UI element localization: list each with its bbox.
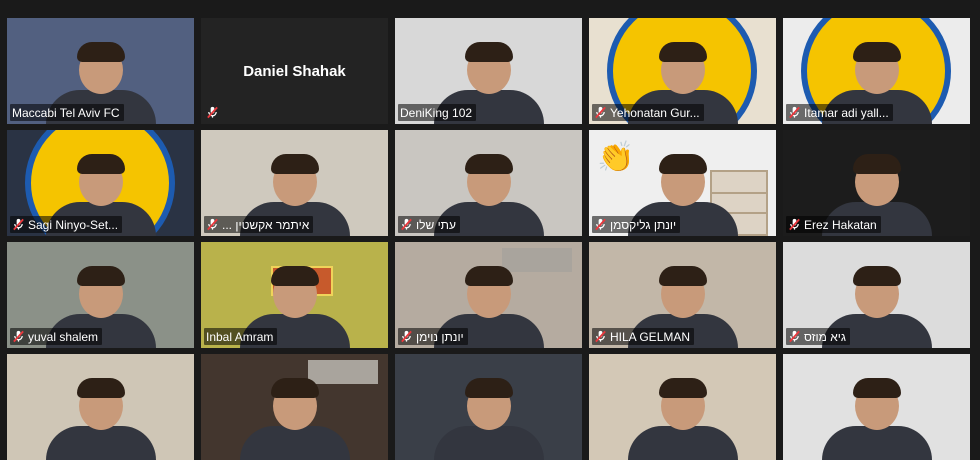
participant-name-label: DeniKing 102 [398, 104, 477, 121]
participant-tile[interactable] [783, 354, 970, 460]
participant-tile[interactable]: עתי שלו [395, 130, 582, 236]
mic-muted-icon [207, 218, 218, 231]
participant-name-text: Inbal Amram [206, 329, 274, 344]
mic-muted-icon [595, 218, 606, 231]
participant-tile[interactable]: גיא מוזס [783, 242, 970, 348]
participant-name-text: עתי שלו [416, 217, 456, 232]
background-decor [308, 360, 378, 384]
mic-muted-icon [207, 106, 218, 119]
participant-silhouette [45, 378, 156, 460]
participant-tile[interactable]: Inbal Amram [201, 242, 388, 348]
participant-name-label: Itamar adi yall... [786, 104, 893, 121]
participant-tile[interactable]: yuval shalem [7, 242, 194, 348]
participant-silhouette [627, 378, 738, 460]
mic-muted-icon [401, 330, 412, 343]
participant-tile[interactable]: Daniel Shahak [201, 18, 388, 124]
participant-name-label: גיא מוזס [786, 328, 850, 345]
participant-name-label: HILA GELMAN [592, 328, 695, 345]
participant-tile[interactable]: Sagi Ninyo-Set... [7, 130, 194, 236]
participant-tile[interactable]: DeniKing 102 [395, 18, 582, 124]
participant-name-text: DeniKing 102 [400, 105, 473, 120]
participant-tile[interactable]: HILA GELMAN [589, 242, 776, 348]
participant-name-label [204, 104, 226, 121]
participant-tile[interactable]: Yehonatan Gur... [589, 18, 776, 124]
participant-name-text: Itamar adi yall... [804, 105, 889, 120]
participant-name-text: yuval shalem [28, 329, 99, 344]
participant-name-text: Sagi Ninyo-Set... [28, 217, 119, 232]
participant-tile[interactable]: Maccabi Tel Aviv FC [7, 18, 194, 124]
mic-muted-icon [13, 330, 24, 343]
background-decor [502, 248, 572, 272]
mic-muted-icon [595, 330, 606, 343]
participant-tile[interactable]: 👏 יונתן גליקסמן [589, 130, 776, 236]
participant-tile[interactable]: ... איתמר אקשטין [201, 130, 388, 236]
participant-center-name: Daniel Shahak [243, 62, 346, 80]
participant-tile[interactable] [7, 354, 194, 460]
participant-name-text: גיא מוזס [804, 329, 846, 344]
participant-name-text: יונתן גליקסמן [610, 217, 677, 232]
participant-name-label: Sagi Ninyo-Set... [10, 216, 123, 233]
mic-muted-icon [789, 106, 800, 119]
mic-muted-icon [789, 330, 800, 343]
participant-name-text: Yehonatan Gur... [610, 105, 700, 120]
participant-name-label: Erez Hakatan [786, 216, 881, 233]
participant-tile[interactable] [395, 354, 582, 460]
mic-muted-icon [13, 218, 24, 231]
participant-name-text: ... איתמר אקשטין [222, 217, 310, 232]
participant-name-text: HILA GELMAN [610, 329, 691, 344]
participant-tile[interactable]: Erez Hakatan [783, 130, 970, 236]
video-grid: Maccabi Tel Aviv FC Daniel Shahak DeniKin… [0, 0, 980, 460]
participant-tile[interactable] [201, 354, 388, 460]
participant-name-label: ... איתמר אקשטין [204, 216, 314, 233]
participant-tile[interactable]: יונתן נוימן [395, 242, 582, 348]
participant-name-label: יונתן נוימן [398, 328, 468, 345]
mic-muted-icon [401, 218, 412, 231]
participant-tile[interactable]: Itamar adi yall... [783, 18, 970, 124]
participant-name-text: Erez Hakatan [804, 217, 877, 232]
participant-silhouette [239, 378, 350, 460]
participant-name-label: yuval shalem [10, 328, 103, 345]
participant-name-label: Yehonatan Gur... [592, 104, 704, 121]
mic-muted-icon [789, 218, 800, 231]
participant-name-label: עתי שלו [398, 216, 460, 233]
participant-name-label: יונתן גליקסמן [592, 216, 681, 233]
participant-name-label: Maccabi Tel Aviv FC [10, 104, 124, 121]
participant-tile[interactable] [589, 354, 776, 460]
participant-name-text: Maccabi Tel Aviv FC [12, 105, 120, 120]
mic-muted-icon [595, 106, 606, 119]
participant-name-text: יונתן נוימן [416, 329, 464, 344]
participant-silhouette [821, 378, 932, 460]
participant-silhouette [433, 378, 544, 460]
participant-name-label: Inbal Amram [204, 328, 278, 345]
